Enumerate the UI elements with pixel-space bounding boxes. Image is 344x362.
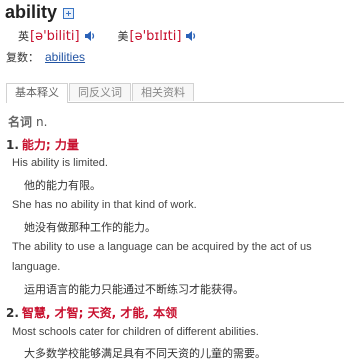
pos-name: 名词: [8, 115, 33, 129]
plural-label: 复数：: [6, 51, 39, 64]
sense-meaning: 能力; 力量: [21, 138, 79, 152]
plural-link[interactable]: abilities: [45, 50, 85, 64]
example-en-continued: language.: [12, 261, 61, 273]
headword: ability: [5, 1, 58, 22]
tab-synonyms-antonyms[interactable]: 同反义词: [69, 83, 131, 101]
sense-1: 1. 能力; 力量: [6, 136, 79, 153]
example-zh: 他的能力有限。: [24, 179, 101, 192]
sense-meaning: 智慧, 才智; 天资, 才能, 本领: [21, 306, 178, 320]
pronunciation-row: 英 [ə'biliti] 美 [ə'bɪlɪti]: [18, 27, 197, 45]
sense-number: 2.: [6, 306, 19, 320]
tab-related-materials[interactable]: 相关资料: [132, 83, 194, 101]
example-zh: 她没有做那种工作的能力。: [24, 221, 156, 234]
uk-label: 英: [18, 30, 29, 43]
sense-2: 2. 智慧, 才智; 天资, 才能, 本领: [6, 304, 177, 321]
tab-bar: 基本释义 同反义词 相关资料: [6, 83, 344, 103]
pos-abbr: n.: [36, 115, 48, 129]
tab-basic-definition[interactable]: 基本释义: [6, 83, 68, 103]
uk-speaker-icon[interactable]: [84, 30, 96, 42]
uk-phonetic: [ə'biliti]: [30, 28, 80, 44]
example-zh: 大多数学校能够满足具有不同天资的儿童的需要。: [24, 347, 266, 360]
us-phonetic: [ə'bɪlɪti]: [129, 28, 182, 44]
example-en: The ability to use a language can be acq…: [12, 241, 312, 253]
example-zh: 运用语言的能力只能通过不断练习才能获得。: [24, 283, 244, 296]
us-label: 美: [117, 30, 129, 43]
part-of-speech: 名词 n.: [8, 113, 47, 130]
example-en: She has no ability in that kind of work.: [12, 199, 197, 211]
entry-header: ability: [5, 0, 75, 24]
us-speaker-icon[interactable]: [185, 30, 197, 42]
example-en: His ability is limited.: [12, 157, 108, 169]
plural-row: 复数： abilities: [6, 49, 85, 65]
sense-number: 1.: [6, 138, 19, 152]
expand-plus-icon[interactable]: [63, 7, 75, 19]
example-en: Most schools cater for children of diffe…: [12, 326, 259, 338]
